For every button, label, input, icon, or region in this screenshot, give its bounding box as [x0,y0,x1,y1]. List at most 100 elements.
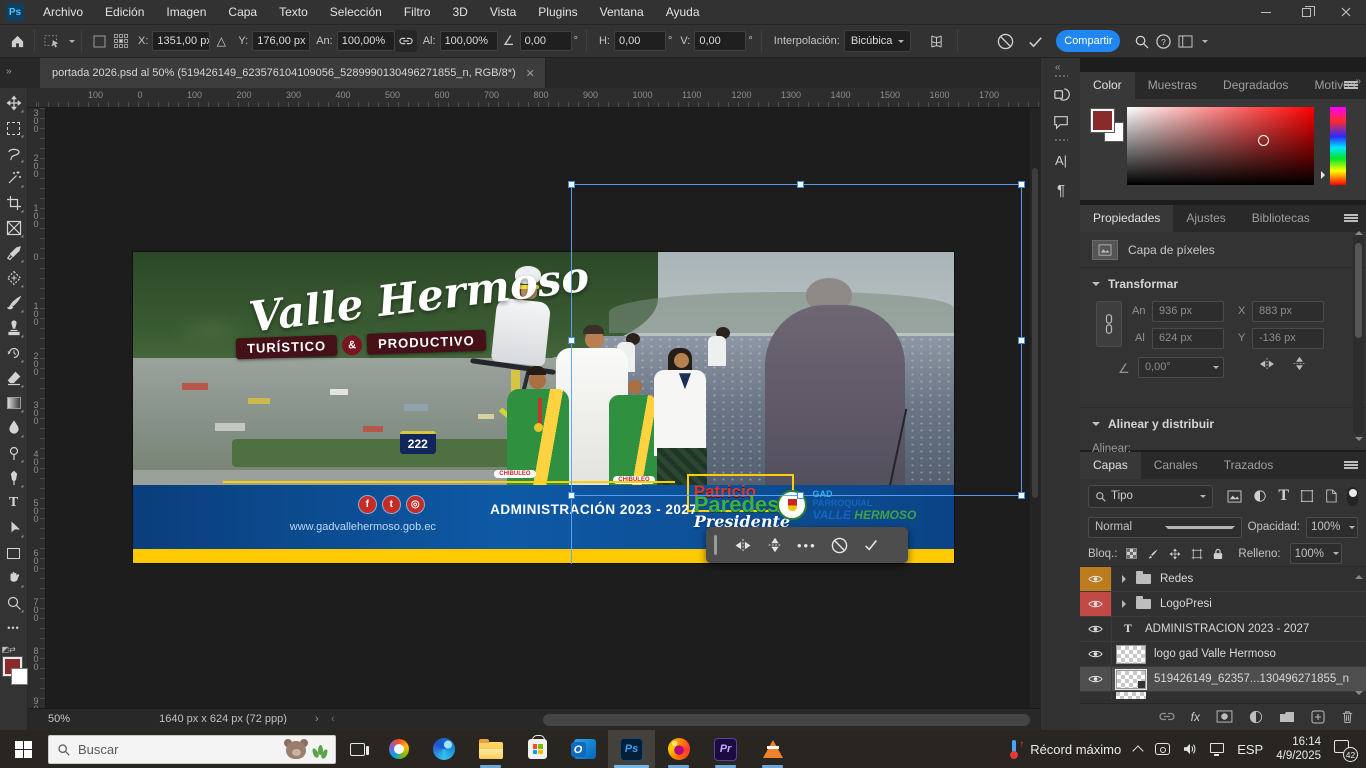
share-button[interactable]: Compartir [1056,30,1120,52]
tool-preset-caret[interactable] [69,40,75,46]
align-section-header[interactable]: Alinear y distribuir [1080,408,1366,437]
tab-capas[interactable]: Capas [1080,452,1141,479]
copilot-button[interactable] [378,730,420,768]
commit-icon[interactable] [862,537,880,553]
link-dimensions-icon[interactable] [395,30,417,52]
language-indicator[interactable]: ESP [1237,742,1263,757]
width-input[interactable]: 100,00% [337,31,395,51]
layer-row-logo-gad-valle-hermoso[interactable]: logo gad Valle Hermoso [1080,642,1366,667]
transform-handle[interactable] [1018,337,1025,344]
transform-edge-left[interactable] [571,184,572,564]
layer-visibility-toggle[interactable] [1080,567,1112,591]
lock-artboard-icon[interactable] [1191,548,1203,560]
lock-pixels-icon[interactable] [1147,548,1159,560]
tab-canales[interactable]: Canales [1141,452,1211,479]
taskbar-app-store[interactable] [514,730,561,768]
blend-mode-select[interactable]: Normal [1088,517,1242,538]
clone-stamp-tool[interactable] [2,316,26,340]
canvas-document[interactable]: 222 Valle Hermoso TURÍSTICO & PRODUCTIVO… [133,252,954,563]
transform-handle[interactable] [568,492,575,499]
layers-scroll-up[interactable] [1355,571,1363,579]
flip-horizontal-icon[interactable] [1258,357,1276,371]
type-tool[interactable]: T [2,491,26,515]
width-field[interactable]: 936 px [1152,301,1224,322]
commit-transform-icon[interactable] [1024,30,1046,52]
filter-image-icon[interactable] [1227,487,1242,505]
path-select-tool[interactable] [2,516,26,540]
hue-slider[interactable] [1330,107,1346,185]
zoom-tool[interactable] [2,591,26,615]
zoom-level[interactable]: 50% [48,713,70,725]
filter-smart-object-icon[interactable] [1325,487,1337,505]
taskbar-search[interactable]: Buscar [48,735,336,764]
transform-handle[interactable] [568,181,575,188]
layer-thumbnail[interactable] [1116,645,1146,664]
transform-controls-icon[interactable] [41,30,63,52]
foreground-color-swatch[interactable] [1091,109,1114,132]
filter-type-icon[interactable]: T [1278,487,1289,505]
taskbar-app-firefox[interactable] [655,730,702,768]
transform-section-header[interactable]: Transformar [1080,268,1366,297]
h-skew-input[interactable]: 0,00 [614,31,666,51]
menu-archivo[interactable]: Archivo [32,0,94,24]
frame-tool[interactable] [2,216,26,240]
paragraph-panel-icon[interactable]: ¶ [1051,180,1071,200]
close-tab-icon[interactable]: ✕ [526,67,535,80]
dock-collapse-icon[interactable]: « [1055,62,1060,73]
filter-frame-icon[interactable] [1300,487,1314,505]
group-expand-icon[interactable] [1122,575,1130,583]
link-layers-icon[interactable] [1159,712,1175,721]
canvas-vertical-scrollbar[interactable] [1030,108,1040,708]
menu-edicion[interactable]: Edición [94,0,155,24]
v-skew-input[interactable]: 0,00 [694,31,746,51]
start-button[interactable] [0,730,46,768]
task-view-button[interactable] [336,730,378,768]
brush-tool[interactable] [2,291,26,315]
menu-plugins[interactable]: Plugins [527,0,588,24]
filter-toggle[interactable] [1347,487,1358,506]
adjustment-layer-icon[interactable] [1249,710,1263,724]
healing-tool[interactable] [2,266,26,290]
filter-adjustment-icon[interactable] [1253,487,1267,505]
blur-tool[interactable] [2,416,26,440]
scroll-left-icon[interactable]: ‹ [331,713,335,725]
eyedropper-tool[interactable] [2,241,26,265]
hidden-icons-chevron[interactable] [1134,744,1142,755]
taskbar-app-outlook[interactable]: O [561,730,608,768]
menu-capa[interactable]: Capa [217,0,268,24]
layer-effects-icon[interactable]: fx [1191,710,1200,724]
layer-row-519426149-62357-130496271855-n[interactable]: 519426149_62357...130496271855_n [1080,667,1366,692]
layer-visibility-toggle[interactable] [1080,642,1112,666]
restore-button[interactable] [1286,0,1326,24]
help-icon[interactable]: ? [1152,30,1174,52]
background-color-swatch[interactable] [11,668,28,685]
tab-color[interactable]: Color [1080,72,1135,99]
move-tool[interactable] [2,91,26,115]
hue-slider-arrow[interactable] [1321,171,1329,179]
layer-mask-icon[interactable] [1216,710,1233,723]
x-input[interactable]: 1351,00 px [152,31,210,51]
group-expand-icon[interactable] [1122,600,1130,608]
hand-tool[interactable] [2,566,26,590]
panel-menu-icon[interactable] [1344,461,1358,469]
taskbar-app-explorer[interactable] [467,730,514,768]
layer-row-logopresi[interactable]: LogoPresi [1080,592,1366,617]
taskbar-app-vlc[interactable] [749,730,796,768]
workspace-caret[interactable] [1202,40,1208,46]
document-tab[interactable]: portada 2026.psd al 50% (519426149_62357… [40,58,546,88]
taskbar-app-premiere[interactable]: Pr [702,730,749,768]
eraser-tool[interactable] [2,366,26,390]
cancel-transform-icon[interactable] [994,30,1016,52]
layers-scroll-down[interactable] [1355,691,1363,699]
saturation-field[interactable] [1127,107,1314,185]
tab-muestras[interactable]: Muestras [1135,72,1210,99]
y-input[interactable]: 176,00 px [252,31,310,51]
tab-trazados[interactable]: Trazados [1211,452,1287,479]
menu-3d[interactable]: 3D [441,0,478,24]
delta-icon[interactable]: △ [210,30,232,52]
transform-handle[interactable] [1018,181,1025,188]
cancel-icon[interactable] [831,537,848,554]
layer-row-redes[interactable]: Redes [1080,567,1366,592]
taskbar-app-edge[interactable] [420,730,467,768]
constrain-proportions-icon[interactable] [1096,301,1122,347]
